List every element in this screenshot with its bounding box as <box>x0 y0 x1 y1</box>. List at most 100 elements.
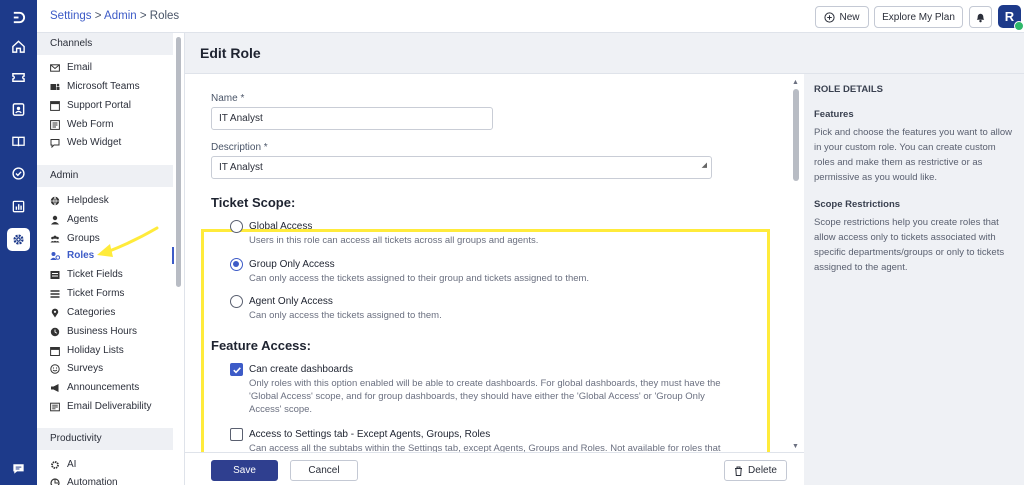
sidebar-item-announcements[interactable]: Announcements <box>50 379 139 396</box>
global-access-label[interactable]: Global Access <box>249 221 312 232</box>
scroll-up-icon[interactable]: ▲ <box>792 79 799 86</box>
sidebar-item-helpdesk[interactable]: Helpdesk <box>50 192 109 209</box>
plus-circle-icon <box>824 11 836 23</box>
sidebar-item-label: Microsoft Teams <box>67 81 140 92</box>
sidebar-item-label: Holiday Lists <box>67 345 124 356</box>
new-button[interactable]: New <box>815 6 869 28</box>
breadcrumb-separator: > <box>91 10 105 22</box>
sidebar-item-email-deliverability[interactable]: Email Deliverability <box>50 398 151 415</box>
sidebar-item-label: Support Portal <box>67 100 131 111</box>
form-icon <box>50 119 60 130</box>
sidebar-item-label: Helpdesk <box>67 195 109 206</box>
sidebar-item-ticket-fields[interactable]: Ticket Fields <box>50 266 123 283</box>
form-scrollbar[interactable]: ▲ ▼ <box>791 79 801 453</box>
settings-tab-access-label[interactable]: Access to Settings tab - Except Agents, … <box>249 429 490 440</box>
sidebar-item-label: Web Widget <box>67 137 122 148</box>
home-icon[interactable] <box>7 35 30 58</box>
avatar[interactable]: R <box>998 5 1024 31</box>
scope-restrictions-heading: Scope Restrictions <box>814 199 901 210</box>
sidebar-item-roles[interactable]: Roles <box>50 247 94 264</box>
agent-only-access-radio[interactable] <box>230 295 243 308</box>
page-title: Edit Role <box>200 45 261 61</box>
name-label: Name * <box>211 93 245 104</box>
group-only-access-label[interactable]: Group Only Access <box>249 259 335 270</box>
knowledge-base-icon[interactable] <box>7 130 30 153</box>
roles-icon <box>50 251 60 261</box>
fields-icon <box>50 270 60 280</box>
smiley-icon <box>50 363 60 374</box>
clock-icon <box>50 327 60 337</box>
active-indicator <box>172 247 174 264</box>
scope-restrictions-help-text: Scope restrictions help you create roles… <box>814 217 1005 273</box>
create-dashboards-checkbox[interactable] <box>230 363 243 376</box>
sidebar-item-label: Email Deliverability <box>67 401 152 412</box>
checkmark-icon <box>232 366 241 374</box>
breadcrumb: Settings > Admin > Roles <box>50 10 179 22</box>
group-only-access-radio[interactable] <box>230 258 243 271</box>
contacts-icon[interactable] <box>7 98 30 121</box>
description-textarea[interactable]: IT Analyst ◢ <box>211 156 712 179</box>
admin-heading: Admin <box>37 165 173 187</box>
scroll-down-icon[interactable]: ▼ <box>792 443 799 450</box>
sidebar-item-holiday-lists[interactable]: Holiday Lists <box>50 342 124 359</box>
sidebar-item-business-hours[interactable]: Business Hours <box>50 323 137 340</box>
channels-heading: Channels <box>37 33 173 55</box>
sidebar-item-surveys[interactable]: Surveys <box>50 360 103 377</box>
resize-grip-icon[interactable]: ◢ <box>702 155 707 176</box>
settings-tab-access-checkbox[interactable] <box>230 428 243 441</box>
settings-icon[interactable] <box>7 228 30 251</box>
sidebar-item-label: Ticket Forms <box>67 288 125 299</box>
sidebar-scrollbar[interactable] <box>176 37 181 287</box>
chat-icon[interactable] <box>7 457 30 480</box>
pin-icon <box>50 308 60 318</box>
sidebar-item-label: Automation <box>67 477 118 485</box>
sidebar-item-web-widget[interactable]: Web Widget <box>50 134 121 151</box>
cancel-button[interactable]: Cancel <box>290 460 358 481</box>
create-dashboards-description-line: 'Global Access' scope, and for group das… <box>249 391 705 402</box>
trash-icon <box>735 466 743 476</box>
sidebar-item-email[interactable]: Email <box>50 59 92 76</box>
group-icon <box>50 234 60 244</box>
sidebar-item-ai[interactable]: AI <box>50 456 76 473</box>
app-rail <box>0 0 37 485</box>
sidebar-item-ticket-forms[interactable]: Ticket Forms <box>50 285 124 302</box>
sidebar-item-microsoft-teams[interactable]: Microsoft Teams <box>50 78 140 95</box>
save-button[interactable]: Save <box>211 460 278 481</box>
sidebar-item-web-form[interactable]: Web Form <box>50 116 114 133</box>
sidebar-item-automation[interactable]: Automation <box>50 474 118 485</box>
name-input[interactable]: IT Analyst <box>211 107 493 130</box>
agent-only-access-label[interactable]: Agent Only Access <box>249 296 333 307</box>
reports-icon[interactable] <box>7 195 30 218</box>
global-access-radio[interactable] <box>230 220 243 233</box>
top-header: Settings > Admin > Roles New Explore My … <box>37 0 1024 33</box>
sidebar-item-label: Web Form <box>67 119 114 130</box>
notifications-button[interactable] <box>969 6 992 28</box>
form-footer: Save Cancel Delete <box>185 452 804 485</box>
ticket-icon[interactable] <box>7 66 30 89</box>
breadcrumb-admin[interactable]: Admin <box>104 10 137 22</box>
create-dashboards-label[interactable]: Can create dashboards <box>249 364 353 375</box>
teams-icon <box>50 82 60 92</box>
sidebar-item-label: AI <box>67 459 77 470</box>
feature-access-title: Feature Access: <box>211 338 311 353</box>
agent-only-access-description: Can only access the tickets assigned to … <box>249 310 442 321</box>
list-icon <box>50 289 60 299</box>
description-label: Description * <box>211 142 268 153</box>
online-status-icon <box>1014 21 1024 31</box>
explore-plan-button[interactable]: Explore My Plan <box>874 6 963 28</box>
sidebar-item-categories[interactable]: Categories <box>50 304 115 321</box>
breadcrumb-settings[interactable]: Settings <box>50 10 92 22</box>
ticket-scope-title: Ticket Scope: <box>211 195 296 210</box>
sidebar-item-label: Categories <box>67 307 116 318</box>
calendar-icon <box>50 346 60 356</box>
sidebar-item-agents[interactable]: Agents <box>50 211 98 228</box>
tasks-icon[interactable] <box>7 162 30 185</box>
scrollbar-thumb[interactable] <box>793 89 799 181</box>
sidebar-item-support-portal[interactable]: Support Portal <box>50 97 131 114</box>
logo-icon[interactable] <box>7 6 30 29</box>
avatar-initial: R <box>1004 9 1015 24</box>
role-form-panel: Name * IT Analyst Description * IT Analy… <box>185 73 804 485</box>
delete-button[interactable]: Delete <box>724 460 787 481</box>
ai-gear-icon <box>50 460 60 470</box>
productivity-heading: Productivity <box>37 428 173 450</box>
